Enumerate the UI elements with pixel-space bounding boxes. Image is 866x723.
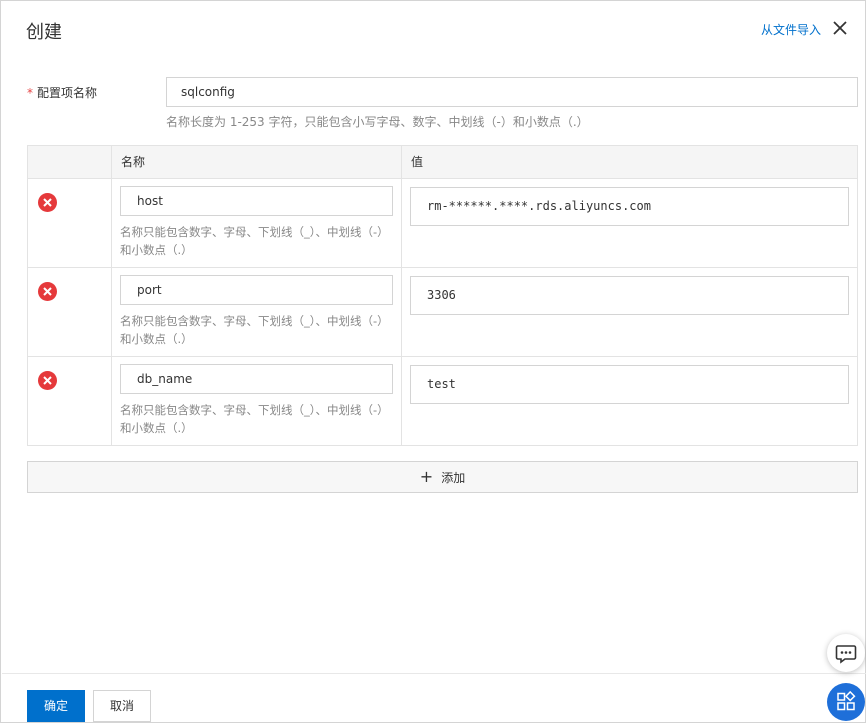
column-header-value: 值 [411,155,424,169]
add-item-label: 添加 [441,470,466,485]
row-value-cell: rm-******.****.rds.aliyuncs.com [402,179,857,267]
config-name-label: * 配置项名称 [27,84,97,101]
create-dialog: 创建 从文件导入 * 配置项名称 sqlconfig 名称长度为 1-253 字符… [0,0,866,723]
config-name-help: 名称长度为 1-253 字符，只能包含小写字母、数字、中划线（-）和小数点（.） [166,115,589,129]
row-key-cell: host 名称只能包含数字、字母、下划线（_）、中划线（-）和小数点（.） [112,179,402,267]
row-action-cell [28,357,112,445]
key-help: 名称只能包含数字、字母、下划线（_）、中划线（-）和小数点（.） [120,314,389,346]
cancel-button[interactable]: 取消 [93,690,151,722]
row-value-cell: test [402,357,857,445]
row-key-cell: port 名称只能包含数字、字母、下划线（_）、中划线（-）和小数点（.） [112,268,402,356]
delete-circle-icon[interactable] [38,371,57,390]
footer-divider [2,673,866,674]
plus-icon: + [419,467,434,486]
key-help: 名称只能包含数字、字母、下划线（_）、中划线（-）和小数点（.） [120,403,389,435]
key-input[interactable]: port [120,275,393,305]
row-key-cell: db_name 名称只能包含数字、字母、下划线（_）、中划线（-）和小数点（.） [112,357,402,445]
value-input[interactable]: rm-******.****.rds.aliyuncs.com [410,187,849,226]
config-name-input[interactable]: sqlconfig [166,77,858,107]
config-items-table: 名称 值 host 名称只能包含数字、字母、下划线（_）、中划线（-）和小数点（… [27,145,858,446]
dialog-header: 创建 从文件导入 [1,1,865,59]
delete-circle-icon[interactable] [38,282,57,301]
dialog-title: 创建 [26,22,62,43]
add-item-button[interactable]: + 添加 [27,461,858,493]
delete-circle-icon[interactable] [38,193,57,212]
table-header: 名称 值 [28,146,857,179]
key-input[interactable]: db_name [120,364,393,394]
table-row: db_name 名称只能包含数字、字母、下划线（_）、中划线（-）和小数点（.）… [28,357,857,445]
table-row: port 名称只能包含数字、字母、下划线（_）、中划线（-）和小数点（.） 33… [28,268,857,357]
value-input[interactable]: 3306 [410,276,849,315]
import-from-file-link[interactable]: 从文件导入 [761,21,821,38]
table-row: host 名称只能包含数字、字母、下划线（_）、中划线（-）和小数点（.） rm… [28,179,857,268]
close-icon[interactable] [829,17,851,39]
column-header-name: 名称 [112,146,402,178]
key-input[interactable]: host [120,186,393,216]
apps-grid-icon[interactable] [827,683,865,721]
column-header-action [28,146,112,178]
row-action-cell [28,179,112,267]
confirm-button[interactable]: 确定 [27,690,85,722]
row-action-cell [28,268,112,356]
value-input[interactable]: test [410,365,849,404]
row-value-cell: 3306 [402,268,857,356]
key-help: 名称只能包含数字、字母、下划线（_）、中划线（-）和小数点（.） [120,225,389,257]
chat-icon[interactable] [827,634,865,672]
required-mark: * [27,86,33,100]
config-name-label-text: 配置项名称 [37,86,98,100]
